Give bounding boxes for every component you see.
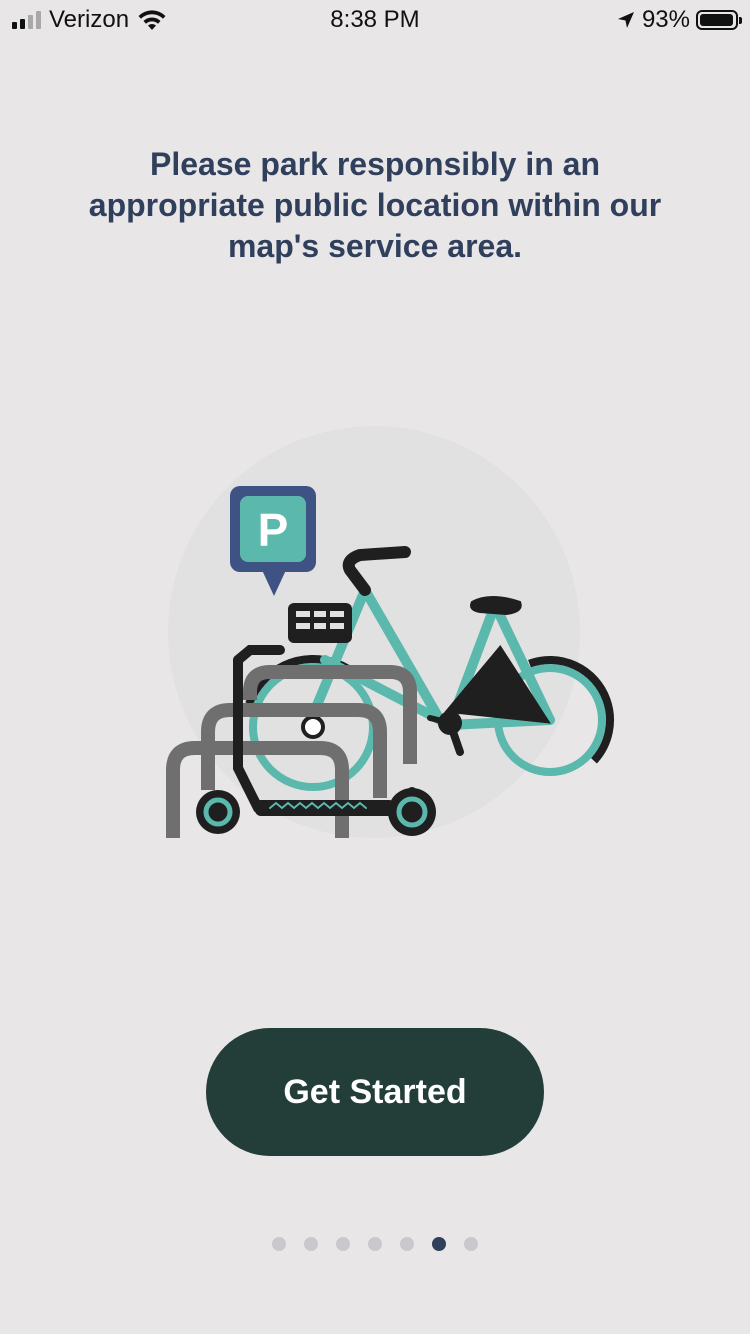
page-dot-2[interactable]: [304, 1237, 318, 1251]
page-dot-1[interactable]: [272, 1237, 286, 1251]
status-bar: Verizon 8:38 PM 93%: [0, 0, 750, 40]
battery-icon: [696, 10, 742, 30]
scooter-front-wheel-icon: [388, 788, 436, 836]
status-right: 93%: [616, 6, 742, 34]
page-dot-3[interactable]: [336, 1237, 350, 1251]
page-dot-7[interactable]: [464, 1237, 478, 1251]
bike-basket-icon: [288, 603, 352, 643]
scooter-rear-wheel-icon: [196, 790, 240, 834]
page-indicator[interactable]: [0, 1237, 750, 1251]
page-dot-5[interactable]: [400, 1237, 414, 1251]
page-dot-6[interactable]: [432, 1237, 446, 1251]
get-started-button[interactable]: Get Started: [206, 1028, 544, 1156]
battery-percent: 93%: [641, 6, 690, 33]
parking-badge-letter: P: [258, 504, 289, 556]
parking-instruction-text: Please park responsibly in an appropriat…: [88, 146, 662, 264]
page-dot-4[interactable]: [368, 1237, 382, 1251]
location-arrow-icon: [617, 12, 634, 28]
parking-illustration: P: [166, 426, 614, 838]
